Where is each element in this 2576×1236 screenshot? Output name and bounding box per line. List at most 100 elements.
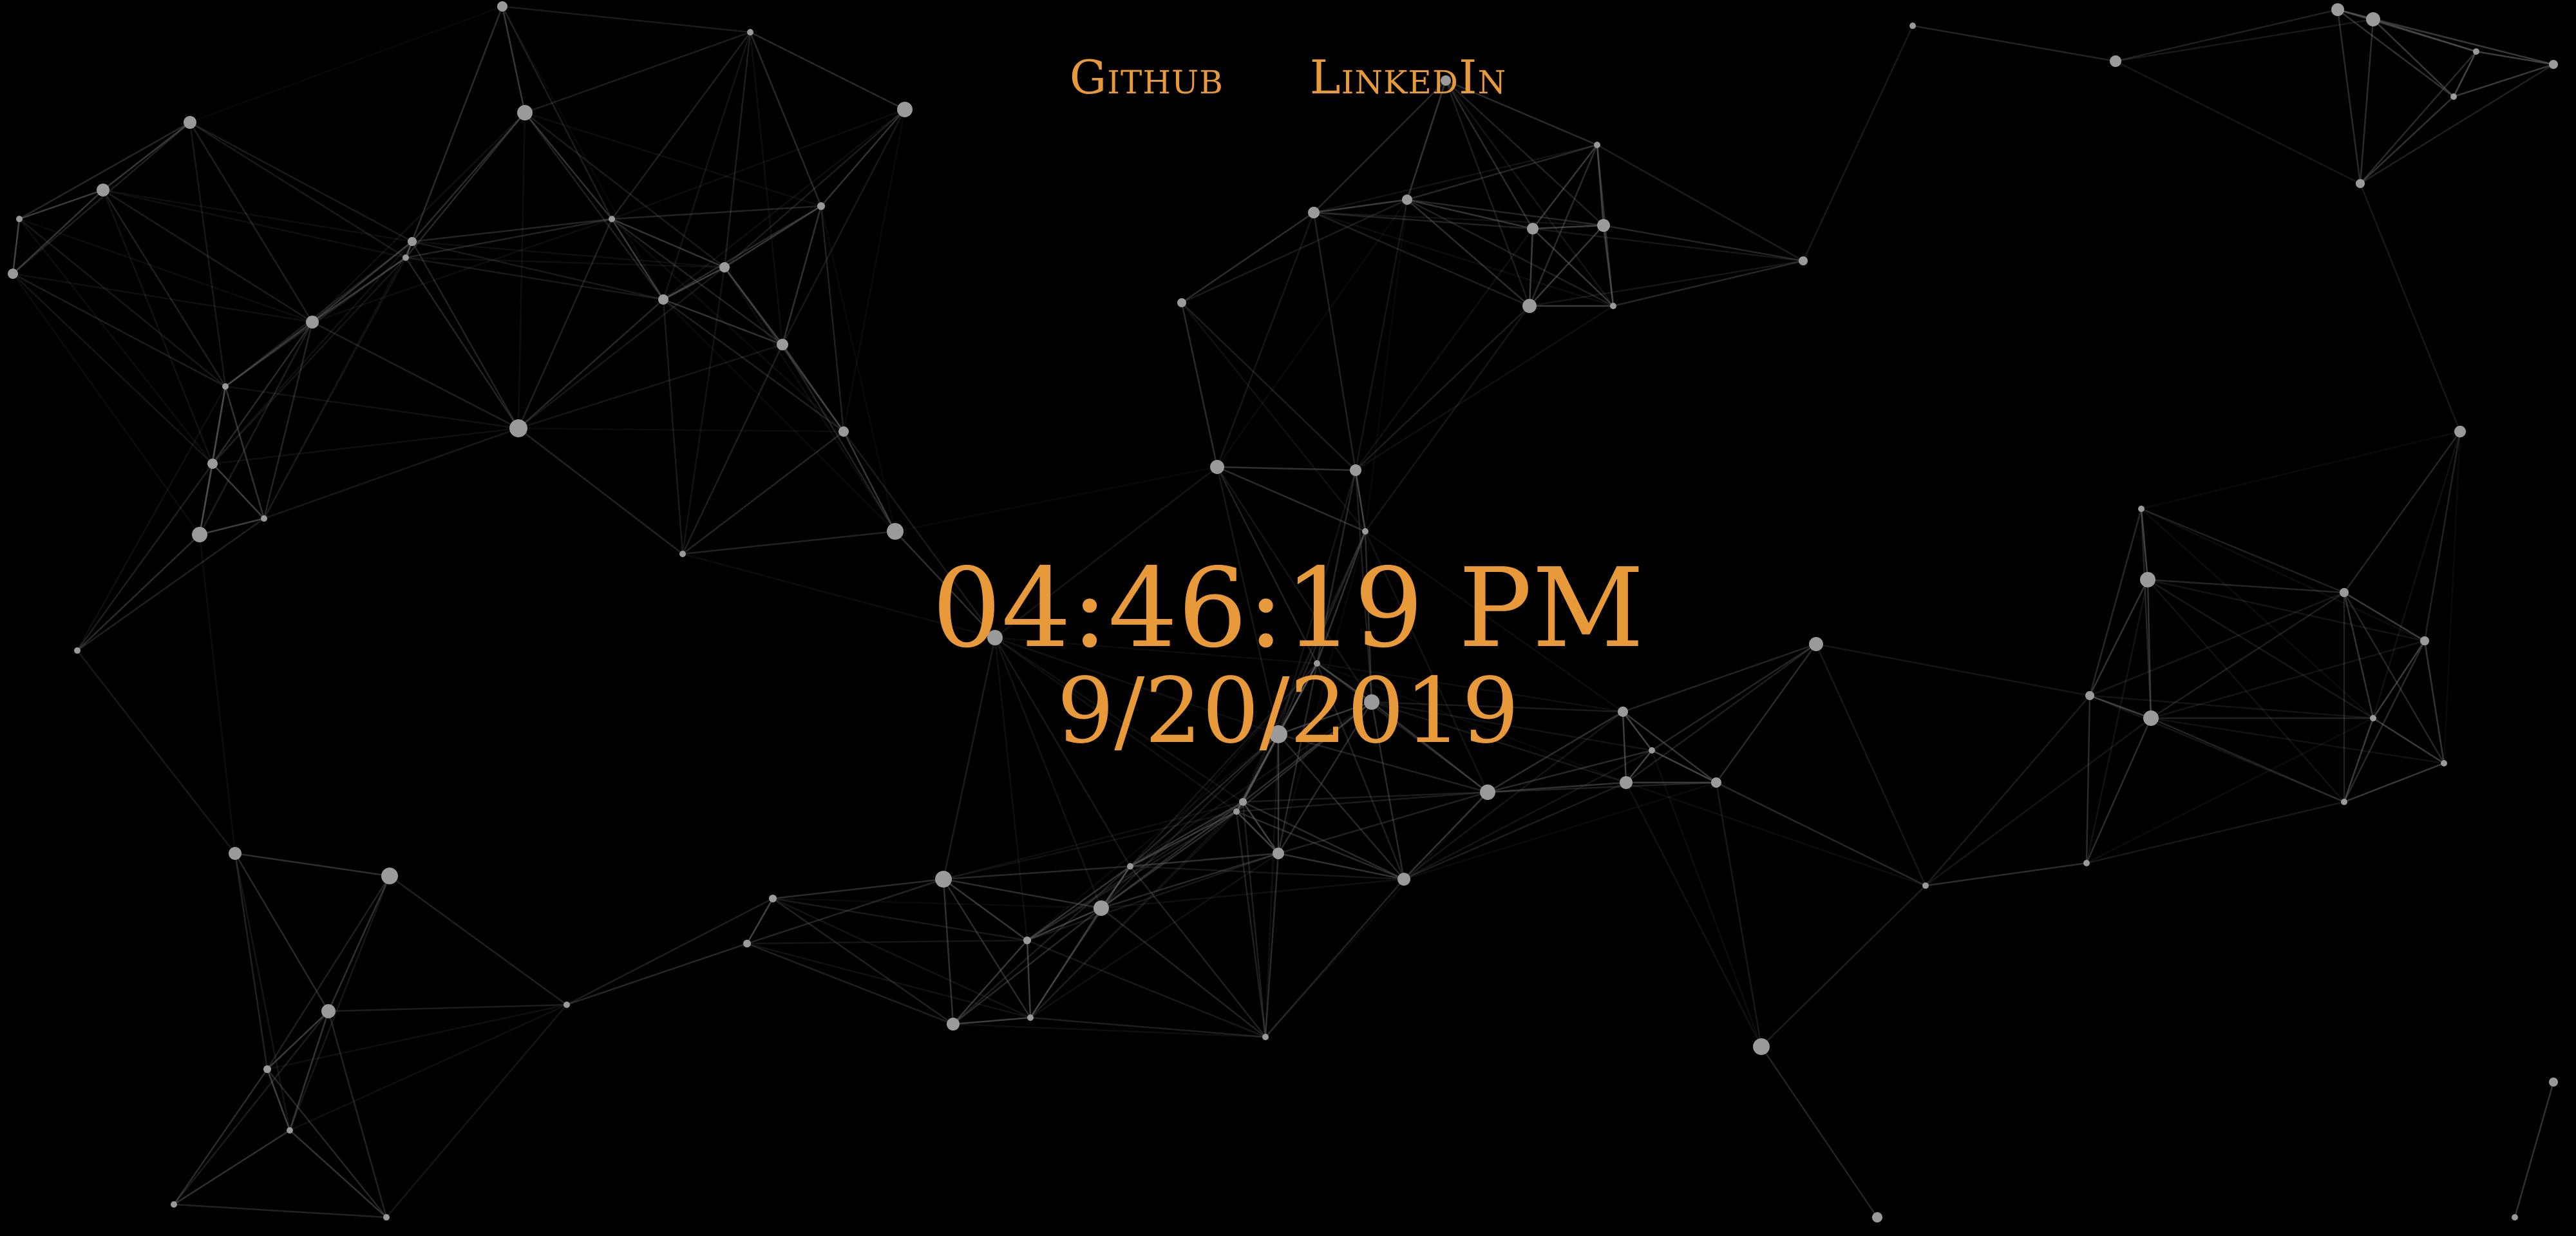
network-node	[306, 316, 319, 328]
network-edge	[1030, 811, 1237, 1018]
network-edge	[1235, 811, 1267, 1038]
network-edge	[19, 218, 213, 464]
network-node	[1480, 784, 1495, 800]
network-node	[517, 105, 533, 120]
network-edge	[404, 257, 520, 429]
network-edge	[2372, 18, 2477, 53]
network-edge	[772, 878, 944, 900]
network-node	[743, 940, 751, 947]
network-node	[564, 1002, 570, 1008]
network-node	[1620, 776, 1633, 789]
network-edge	[1217, 466, 1356, 471]
network-node	[16, 216, 23, 222]
linkedin-link[interactable]: LinkedIn	[1310, 50, 1506, 104]
network-edge	[820, 205, 845, 432]
network-edge	[1030, 852, 1279, 1019]
network-node	[287, 1127, 293, 1134]
network-edge	[663, 298, 844, 433]
network-node	[1210, 460, 1224, 474]
network-edge	[517, 218, 613, 429]
network-edge	[2344, 762, 2445, 803]
network-node	[838, 426, 849, 437]
network-node	[1262, 1034, 1269, 1040]
network-edge	[723, 267, 896, 532]
network-node	[769, 895, 777, 902]
network-edge	[199, 517, 265, 536]
network-edge	[312, 218, 612, 323]
network-node	[658, 294, 668, 305]
network-edge	[189, 122, 227, 387]
network-edge	[102, 189, 313, 323]
network-edge	[189, 121, 406, 259]
network-edge	[1444, 80, 1615, 307]
network-edge	[12, 273, 201, 535]
network-node	[1027, 1014, 1034, 1021]
network-edge	[1027, 734, 1279, 941]
network-node	[1594, 142, 1600, 148]
network-edge	[328, 1003, 567, 1013]
network-edge	[1529, 225, 1604, 307]
network-edge	[566, 942, 748, 1006]
network-edge	[663, 299, 896, 532]
network-edge	[1716, 781, 1926, 887]
network-node	[263, 1065, 271, 1073]
network-node	[97, 184, 109, 196]
network-node	[1872, 1212, 1882, 1222]
network-node	[229, 847, 242, 860]
clock-date: 9/20/2019	[1057, 659, 1519, 764]
network-edge	[1355, 305, 1614, 471]
network-edge	[19, 189, 104, 220]
network-node	[497, 1, 507, 12]
network-node	[222, 383, 229, 390]
network-edge	[1236, 791, 1488, 813]
network-node	[207, 459, 218, 469]
clock-time: 04:46:19 PM	[932, 545, 1644, 672]
network-edge	[1403, 781, 1627, 880]
network-node	[935, 871, 952, 888]
network-node	[1350, 464, 1361, 476]
network-edge	[1313, 144, 1598, 214]
network-edge	[1030, 1016, 1266, 1038]
network-edge	[943, 878, 1028, 942]
network-node	[2356, 179, 2365, 188]
network-edge	[746, 942, 954, 1025]
network-edge	[781, 344, 896, 532]
network-edge	[611, 108, 905, 220]
network-node	[1610, 303, 1616, 309]
network-node	[719, 262, 730, 272]
network-node	[1922, 882, 1929, 889]
network-edge	[1181, 211, 1314, 304]
network-node	[1397, 873, 1410, 886]
network-edge	[895, 466, 1218, 533]
network-node	[509, 419, 527, 437]
network-edge	[1130, 866, 1266, 1038]
network-node	[402, 254, 409, 261]
network-edge	[234, 853, 330, 1012]
network-node	[2083, 860, 2090, 866]
network-edge	[662, 299, 684, 555]
network-edge	[1181, 302, 1366, 532]
network-node	[1522, 299, 1537, 313]
network-edge	[1027, 852, 1279, 942]
network-edge	[212, 427, 519, 465]
network-edge	[266, 875, 391, 1070]
network-edge	[1242, 791, 1488, 803]
network-node	[1402, 195, 1412, 205]
network-node	[2331, 3, 2344, 16]
network-edge	[1242, 801, 1405, 880]
network-edge	[524, 111, 822, 207]
github-link[interactable]: Github	[1070, 50, 1224, 104]
network-node	[947, 1018, 960, 1031]
network-edge	[1181, 302, 1356, 471]
network-node	[2341, 799, 2347, 805]
network-edge	[1528, 228, 1534, 307]
network-edge	[389, 875, 567, 1006]
network-edge	[2514, 1081, 2555, 1218]
network-edge	[1444, 80, 1531, 307]
network-edge	[2086, 801, 2345, 864]
network-edge	[1406, 144, 1598, 201]
network-node	[8, 269, 18, 279]
network-edge	[173, 1011, 329, 1205]
network-node	[1023, 937, 1031, 944]
network-node	[747, 29, 753, 35]
